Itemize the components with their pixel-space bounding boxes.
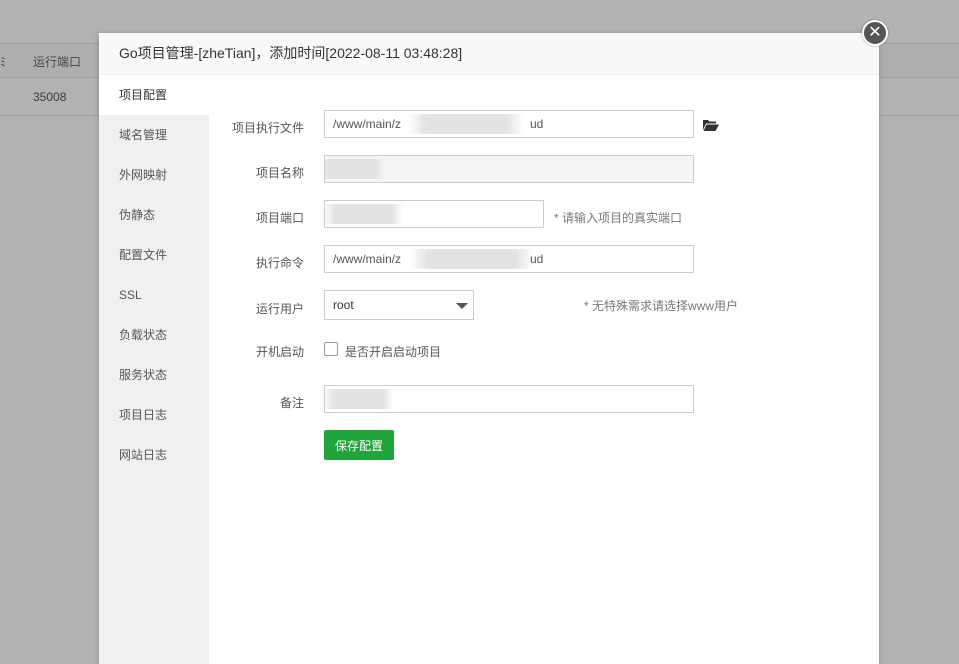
exec-file-input[interactable]: /www/main/z ud	[324, 110, 694, 138]
redacted-blur	[409, 249, 534, 269]
sidebar-item-domain[interactable]: 域名管理	[99, 115, 209, 155]
autostart-checkbox[interactable]	[324, 342, 338, 356]
form-row-exec-file: 项目执行文件 /www/main/z ud	[209, 110, 879, 140]
sidebar-item-load-status[interactable]: 负载状态	[99, 315, 209, 355]
redacted-blur	[325, 389, 393, 409]
sidebar-item-service-status[interactable]: 服务状态	[99, 355, 209, 395]
project-config-form: 项目执行文件 /www/main/z ud 项目名称 项目端口 * 请输入项目的…	[209, 75, 879, 664]
exec-command-label: 执行命令	[255, 256, 304, 270]
modal-sidebar: 项目配置 域名管理 外网映射 伪静态 配置文件 SSL 负载状态 服务状态 项目…	[99, 75, 209, 664]
project-name-label: 项目名称	[255, 166, 304, 180]
form-row-autostart: 开机启动 是否开启启动项目	[209, 340, 879, 360]
remark-input[interactable]	[324, 385, 694, 413]
redacted-blur	[325, 159, 385, 179]
redacted-blur	[325, 204, 403, 224]
project-port-input[interactable]	[324, 200, 544, 228]
modal-title: Go项目管理-[zheTian]，添加时间[2022-08-11 03:48:2…	[99, 33, 879, 75]
folder-open-icon[interactable]	[703, 119, 719, 131]
exec-command-value-suffix: ud	[530, 252, 544, 266]
sidebar-item-external-mapping[interactable]: 外网映射	[99, 155, 209, 195]
exec-file-value-suffix: ud	[530, 117, 544, 131]
chevron-down-icon	[456, 303, 468, 309]
run-user-label: 运行用户	[255, 302, 304, 316]
form-row-project-port: 项目端口 * 请输入项目的真实端口	[209, 200, 879, 230]
form-row-run-user: 运行用户 root * 无特殊需求请选择www用户	[209, 290, 879, 322]
project-modal: Go项目管理-[zheTian]，添加时间[2022-08-11 03:48:2…	[99, 33, 879, 664]
exec-command-value-prefix: /www/main/z	[333, 252, 402, 266]
remark-label: 备注	[279, 396, 304, 410]
form-row-exec-command: 执行命令 /www/main/z ud	[209, 245, 879, 275]
sidebar-item-project-log[interactable]: 项目日志	[99, 395, 209, 435]
run-user-hint: * 无特殊需求请选择www用户	[584, 299, 739, 313]
sidebar-item-rewrite[interactable]: 伪静态	[99, 195, 209, 235]
autostart-checkbox-label[interactable]: 是否开启启动项目	[345, 343, 441, 360]
exec-command-input[interactable]: /www/main/z ud	[324, 245, 694, 273]
form-row-remark: 备注	[209, 385, 879, 415]
close-icon[interactable]: ✕	[862, 20, 888, 46]
project-name-input[interactable]	[324, 155, 694, 183]
project-port-hint: * 请输入项目的真实端口	[554, 211, 683, 225]
sidebar-item-config-file[interactable]: 配置文件	[99, 235, 209, 275]
project-port-label: 项目端口	[255, 211, 304, 225]
sidebar-item-site-log[interactable]: 网站日志	[99, 435, 209, 475]
exec-file-value-prefix: /www/main/z	[333, 117, 402, 131]
sidebar-item-project-config[interactable]: 项目配置	[99, 75, 209, 115]
form-row-project-name: 项目名称	[209, 155, 879, 185]
exec-file-label: 项目执行文件	[231, 121, 304, 135]
run-user-value: root	[333, 298, 354, 312]
redacted-blur	[409, 114, 524, 134]
run-user-select[interactable]: root	[324, 290, 474, 320]
save-config-button[interactable]: 保存配置	[324, 430, 394, 460]
sidebar-item-ssl[interactable]: SSL	[99, 275, 209, 315]
autostart-label: 开机启动	[255, 345, 304, 359]
